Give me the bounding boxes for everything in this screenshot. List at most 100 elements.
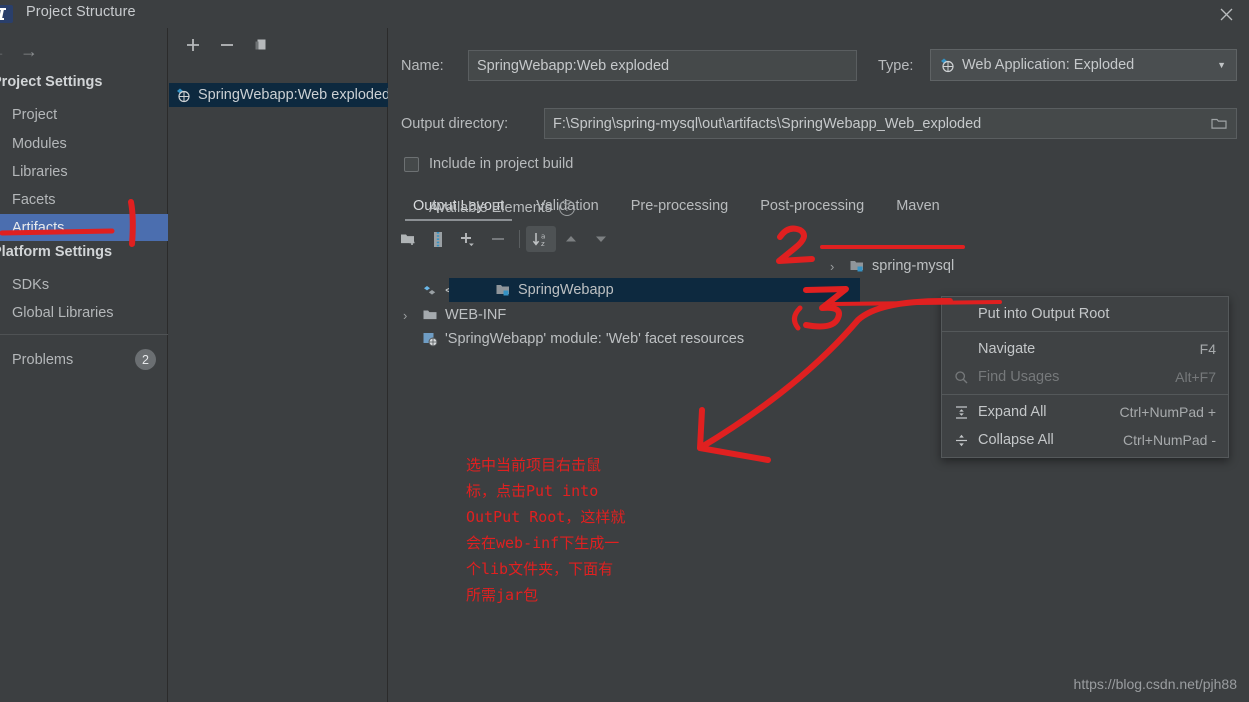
folder-add-icon[interactable] bbox=[393, 226, 423, 252]
sidebar-item-label: Facets bbox=[12, 191, 56, 208]
add-artifact-button[interactable] bbox=[183, 35, 203, 55]
search-icon bbox=[952, 370, 970, 385]
collapse-all-icon bbox=[952, 433, 970, 448]
sidebar-group-project-settings: Project Settings bbox=[0, 74, 103, 90]
toolbar-separator bbox=[519, 230, 520, 248]
artifact-list-item[interactable]: SpringWebapp:Web exploded bbox=[169, 83, 388, 107]
menu-item-label: Put into Output Root bbox=[978, 306, 1110, 322]
intellij-idea-icon bbox=[0, 4, 14, 24]
triangle-down-icon[interactable] bbox=[586, 226, 616, 252]
page-title: Project Structure bbox=[26, 4, 136, 20]
include-in-project-build-row[interactable]: Include in project build bbox=[404, 156, 573, 172]
available-element-label: SpringWebapp bbox=[518, 282, 614, 298]
chevron-down-icon[interactable]: ▼ bbox=[1217, 60, 1226, 70]
plus-dropdown-icon[interactable] bbox=[453, 226, 483, 252]
menu-item-find-usages[interactable]: Find Usages Alt+F7 bbox=[942, 363, 1228, 391]
tab-label: Pre-processing bbox=[630, 198, 729, 214]
archive-icon[interactable] bbox=[423, 226, 453, 252]
menu-item-label: Collapse All bbox=[978, 432, 1054, 448]
artifact-name-input[interactable]: SpringWebapp:Web exploded bbox=[468, 50, 857, 81]
tab-post-processing[interactable]: Post-processing bbox=[744, 191, 880, 221]
tree-row-facet-resources[interactable]: 'SpringWebapp' module: 'Web' facet resou… bbox=[422, 331, 744, 347]
sidebar-divider bbox=[0, 334, 168, 335]
minus-icon[interactable] bbox=[483, 226, 513, 252]
tree-row-label: 'SpringWebapp' module: 'Web' facet resou… bbox=[445, 331, 745, 347]
tree-row-label: WEB-INF bbox=[445, 307, 507, 323]
tab-maven[interactable]: Maven bbox=[880, 191, 956, 221]
menu-item-label: Expand All bbox=[978, 404, 1047, 420]
menu-item-collapse-all[interactable]: Collapse All Ctrl+NumPad - bbox=[942, 426, 1228, 454]
include-in-project-build-checkbox[interactable] bbox=[404, 156, 419, 172]
remove-artifact-button[interactable] bbox=[217, 35, 237, 55]
forward-arrow-icon[interactable]: → bbox=[20, 42, 38, 60]
sidebar-item-label: Global Libraries bbox=[12, 304, 114, 321]
artifact-name-value: SpringWebapp:Web exploded bbox=[477, 57, 670, 74]
tree-expander[interactable]: › bbox=[403, 308, 415, 323]
output-root-icon bbox=[422, 283, 438, 299]
output-directory-label: Output directory: bbox=[401, 116, 509, 132]
copy-artifact-icon[interactable] bbox=[251, 35, 271, 55]
menu-item-label: Find Usages bbox=[978, 369, 1060, 385]
include-in-project-build-label: Include in project build bbox=[429, 156, 574, 172]
menu-item-shortcut: Ctrl+NumPad + bbox=[1119, 404, 1216, 420]
sidebar-item-modules[interactable]: Modules bbox=[0, 130, 168, 157]
menu-item-navigate[interactable]: Navigate F4 bbox=[942, 335, 1228, 363]
artifacts-toolbar bbox=[169, 28, 388, 62]
expand-all-icon bbox=[952, 405, 970, 420]
module-icon bbox=[495, 282, 511, 298]
available-element-label: spring-mysql bbox=[872, 258, 955, 274]
module-icon bbox=[849, 258, 865, 274]
sort-az-icon[interactable]: a z bbox=[526, 226, 556, 252]
title-bar: Project Structure bbox=[0, 0, 1249, 28]
web-artifact-icon bbox=[175, 87, 191, 103]
sidebar-item-libraries[interactable]: Libraries bbox=[0, 158, 168, 185]
menu-item-expand-all[interactable]: Expand All Ctrl+NumPad + bbox=[942, 398, 1228, 426]
artifacts-list-panel: SpringWebapp:Web exploded bbox=[169, 28, 388, 702]
folder-icon bbox=[422, 307, 438, 323]
sidebar-item-artifacts[interactable]: Artifacts bbox=[0, 214, 168, 241]
artifact-type-value: Web Application: Exploded bbox=[962, 57, 1135, 73]
web-facet-icon bbox=[422, 331, 438, 347]
close-icon[interactable] bbox=[1213, 2, 1239, 26]
browse-folder-icon[interactable] bbox=[1210, 115, 1230, 133]
problems-label: Problems bbox=[12, 351, 74, 368]
menu-separator bbox=[942, 331, 1228, 332]
name-label: Name: bbox=[401, 58, 444, 74]
output-directory-value: F:\Spring\spring-mysql\out\artifacts\Spr… bbox=[553, 115, 982, 132]
triangle-up-icon[interactable] bbox=[556, 226, 586, 252]
settings-sidebar: ← → Project Settings Project Modules Lib… bbox=[0, 28, 168, 702]
sidebar-item-label: Project bbox=[12, 106, 58, 123]
tab-pre-processing[interactable]: Pre-processing bbox=[615, 191, 745, 221]
web-application-icon bbox=[939, 57, 955, 73]
sidebar-item-facets[interactable]: Facets bbox=[0, 186, 168, 213]
available-element-spring-mysql[interactable]: › spring-mysql bbox=[826, 254, 954, 278]
output-directory-input[interactable]: F:\Spring\spring-mysql\out\artifacts\Spr… bbox=[544, 108, 1237, 139]
menu-item-shortcut: Alt+F7 bbox=[1175, 369, 1216, 385]
available-element-springwebapp[interactable]: SpringWebapp bbox=[449, 278, 860, 302]
problems-count-badge: 2 bbox=[135, 349, 156, 370]
menu-item-shortcut: F4 bbox=[1199, 341, 1216, 357]
sidebar-item-label: Artifacts bbox=[12, 219, 65, 236]
svg-text:z: z bbox=[541, 240, 545, 248]
watermark: https://blog.csdn.net/pjh88 bbox=[1073, 676, 1237, 692]
sidebar-item-label: SDKs bbox=[12, 276, 50, 293]
tree-expander[interactable]: › bbox=[830, 259, 842, 274]
menu-separator bbox=[942, 394, 1228, 395]
tree-row-web-inf[interactable]: › WEB-INF bbox=[403, 307, 506, 323]
sidebar-item-global-libraries[interactable]: Global Libraries bbox=[0, 299, 168, 326]
sidebar-item-sdks[interactable]: SDKs bbox=[0, 271, 168, 298]
menu-item-shortcut: Ctrl+NumPad - bbox=[1123, 432, 1216, 448]
back-arrow-icon[interactable]: ← bbox=[0, 42, 6, 60]
sidebar-item-label: Libraries bbox=[12, 163, 68, 180]
annotation-note: 选中当前项目右击鼠 标，点击Put into OutPut Root，这样就 会… bbox=[466, 456, 626, 604]
sidebar-item-label: Modules bbox=[12, 135, 67, 152]
sidebar-group-platform-settings: Platform Settings bbox=[0, 244, 113, 260]
sidebar-item-project[interactable]: Project bbox=[0, 101, 168, 128]
artifact-type-select[interactable]: Web Application: Exploded ▼ bbox=[930, 49, 1237, 81]
menu-item-put-into-output-root[interactable]: Put into Output Root bbox=[942, 300, 1228, 328]
tab-label: Post-processing bbox=[760, 198, 865, 214]
type-label: Type: bbox=[878, 58, 914, 74]
available-elements-header: Available Elements ? bbox=[429, 200, 576, 216]
help-icon[interactable]: ? bbox=[559, 200, 576, 216]
artifact-item-label: SpringWebapp:Web exploded bbox=[198, 87, 388, 103]
